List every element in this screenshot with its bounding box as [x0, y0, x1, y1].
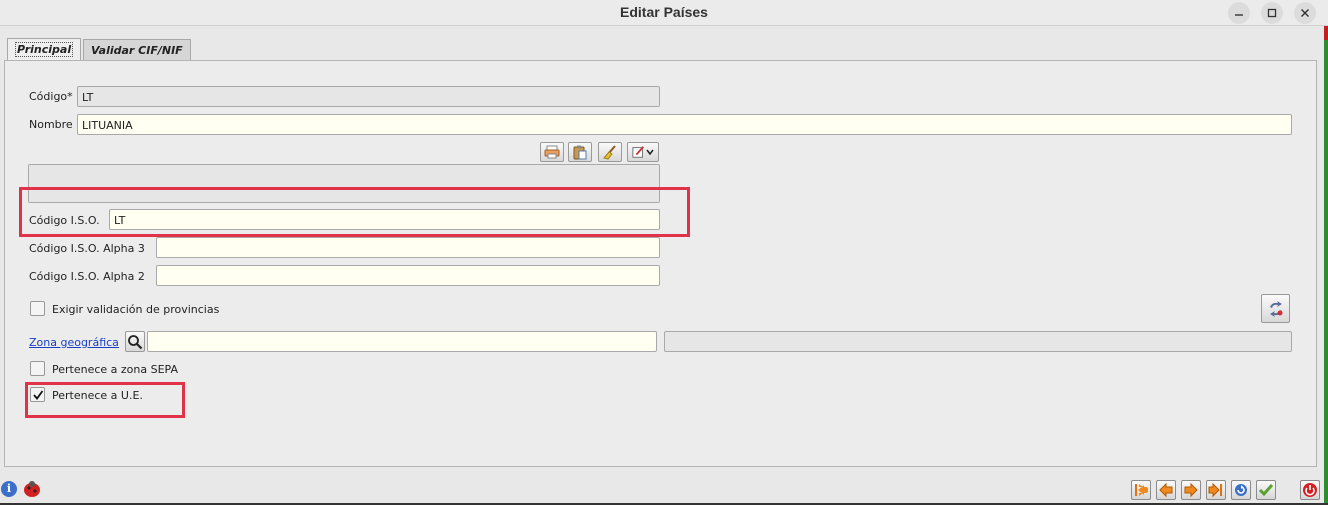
close-button[interactable]	[1294, 2, 1316, 24]
maximize-icon	[1267, 8, 1277, 18]
refresh-button[interactable]	[1231, 480, 1251, 500]
exigir-validacion-checkbox[interactable]	[30, 301, 45, 316]
info-icon[interactable]: i	[1, 481, 17, 497]
previous-icon	[1159, 482, 1173, 498]
codigo-iso-alpha3-label: Código I.S.O. Alpha 3	[29, 242, 145, 255]
refresh-icon	[1235, 484, 1247, 496]
chevron-down-icon	[646, 149, 654, 156]
edit-icon	[632, 146, 645, 158]
print-icon	[544, 145, 560, 159]
codigo-field[interactable]: LT	[77, 86, 660, 107]
search-icon	[128, 334, 143, 349]
nombre-field[interactable]: LITUANIA	[77, 114, 1292, 135]
zona-geografica-description	[664, 331, 1292, 352]
minimize-button[interactable]	[1228, 2, 1250, 24]
power-icon	[1303, 483, 1317, 497]
codigo-iso-alpha2-field[interactable]	[156, 265, 660, 286]
paste-button[interactable]	[568, 142, 592, 162]
sync-icon	[1269, 300, 1282, 317]
title-bar: Editar Países	[0, 0, 1328, 26]
bug-report-icon[interactable]	[22, 480, 42, 498]
tab-validar-cif-nif[interactable]: Validar CIF/NIF	[83, 39, 191, 61]
background-window-strip	[1324, 26, 1328, 505]
print-button[interactable]	[540, 142, 564, 162]
zona-search-button[interactable]	[125, 331, 145, 352]
codigo-iso-alpha3-field[interactable]	[156, 237, 660, 258]
close-icon	[1301, 9, 1309, 17]
previous-record-button[interactable]	[1156, 480, 1176, 500]
next-icon	[1184, 482, 1198, 498]
zona-geografica-link[interactable]: Zona geográfica	[29, 336, 119, 349]
edit-dropdown-button[interactable]	[627, 142, 659, 162]
highlight-box-iso	[19, 187, 690, 237]
last-record-button[interactable]	[1206, 480, 1226, 500]
last-icon	[1208, 482, 1222, 498]
accept-button[interactable]	[1256, 480, 1276, 500]
codigo-iso-alpha2-label: Código I.S.O. Alpha 2	[29, 270, 145, 283]
codigo-label: Código*	[29, 90, 73, 103]
broom-icon	[603, 145, 616, 160]
exigir-validacion-label: Exigir validación de provincias	[52, 303, 220, 316]
first-icon	[1135, 484, 1148, 496]
minimize-icon	[1235, 14, 1243, 16]
exit-button[interactable]	[1300, 480, 1320, 500]
sync-button[interactable]	[1261, 294, 1290, 323]
clear-button[interactable]	[598, 142, 622, 162]
zona-sepa-label: Pertenece a zona SEPA	[52, 363, 179, 376]
zona-geografica-field[interactable]	[147, 331, 657, 352]
clipboard-icon	[573, 145, 587, 160]
nombre-label: Nombre	[29, 118, 73, 131]
check-icon	[1258, 484, 1274, 497]
highlight-box-ue	[25, 382, 185, 418]
first-record-button[interactable]	[1131, 480, 1151, 500]
tab-principal[interactable]: Principal	[7, 38, 82, 61]
maximize-button[interactable]	[1261, 2, 1283, 24]
window-title: Editar Países	[620, 4, 708, 20]
zona-sepa-checkbox[interactable]	[30, 361, 45, 376]
next-record-button[interactable]	[1181, 480, 1201, 500]
